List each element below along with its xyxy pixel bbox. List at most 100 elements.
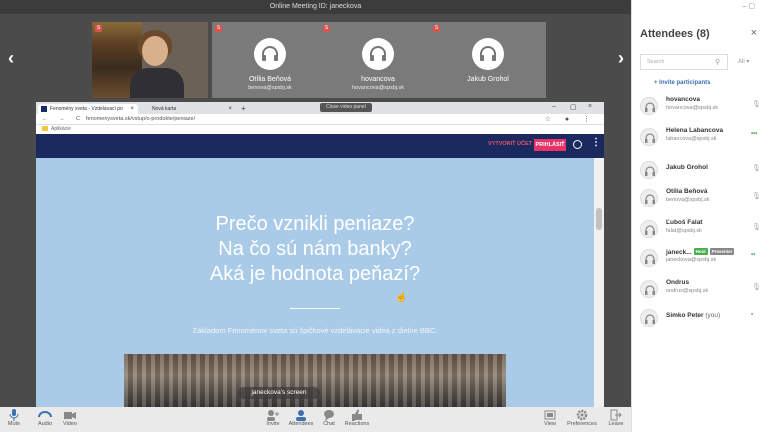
window-controls[interactable]: – ▢	[743, 2, 755, 10]
video-tile-grohol[interactable]: S Jakub Grohol	[430, 22, 546, 98]
tile-name: Jakub Grohol	[467, 76, 509, 83]
close-window-icon[interactable]: ×	[588, 103, 592, 110]
video-button[interactable]: Video	[60, 409, 80, 427]
minimize-icon[interactable]: –	[552, 103, 556, 110]
microphone-icon: 🎙	[752, 193, 761, 200]
hero-subtitle: Základom Fenoménov sveta sú špičkové vzd…	[192, 326, 438, 335]
attendee-row-self[interactable]: Simko Peter (you) •	[632, 304, 763, 332]
register-link[interactable]: VYTVORIŤ ÚČET	[488, 141, 532, 147]
attendees-label: Attendees	[288, 421, 314, 427]
tab-label: Nová karta	[152, 106, 177, 112]
tab-new[interactable]: Nová karta ×	[140, 104, 236, 114]
tile-email: hovancova@spsbj.sk	[351, 85, 405, 91]
window-title: Online Meeting ID: janeckova	[0, 0, 631, 14]
globe-icon[interactable]	[573, 140, 582, 149]
headset-icon	[640, 161, 658, 179]
bookmark-apps[interactable]: Aplikácie	[51, 126, 71, 132]
attendee-name: Jakub Grohol	[666, 164, 708, 171]
leave-icon	[610, 409, 622, 421]
headset-icon	[472, 38, 504, 70]
prev-videos-button[interactable]: ‹	[4, 48, 18, 69]
attendee-row[interactable]: Jakub Grohol 🎙	[632, 156, 763, 184]
leave-button[interactable]: Leave	[606, 409, 626, 427]
video-scene	[124, 354, 506, 407]
attendee-name: Otília Beňová	[666, 188, 708, 195]
headset-icon	[362, 38, 394, 70]
bookmarks-bar: Aplikácie	[36, 125, 604, 134]
attendee-row[interactable]: janeck... Host Presenter janeckova@spsbj.s…	[632, 244, 763, 272]
menu-dots-icon[interactable]: ⋮	[591, 137, 601, 148]
site-favicon	[41, 106, 47, 112]
video-strip: ‹ S S Otília Beňová benova@spsbj.sk S ho…	[0, 14, 631, 102]
nav-buttons[interactable]: ← → C	[42, 116, 85, 122]
search-icon: ⚲	[715, 59, 721, 66]
maximize-icon[interactable]: ▢	[570, 103, 577, 111]
attendee-row[interactable]: Otília Beňová benova@spsbj.sk 🎙	[632, 184, 763, 212]
browser-actions[interactable]: ☆ ● ⋮	[545, 115, 596, 123]
reactions-button[interactable]: Reactions	[342, 409, 372, 427]
tile-badge: S	[215, 25, 222, 32]
attendee-email: hovancova@spsbj.sk	[666, 105, 719, 111]
invite-button[interactable]: Invite	[262, 409, 284, 427]
attendee-name: janeck...	[666, 249, 692, 256]
tab-fenomeny[interactable]: Fenomény sveta - Vzdelávací po ×	[38, 104, 138, 114]
close-tab-icon[interactable]: ×	[130, 104, 134, 114]
meeting-app: Online Meeting ID: janeckova ‹ S S Otíli…	[0, 0, 763, 432]
microphone-icon: 🎙	[752, 165, 761, 172]
camera-icon	[64, 412, 76, 419]
invite-icon	[267, 410, 279, 421]
status-dot-icon: •	[751, 312, 754, 318]
attendee-email: benova@spsbj.sk	[666, 197, 710, 203]
chat-icon	[324, 410, 334, 421]
video-tile-hovancova[interactable]: S hovancova hovancova@spsbj.sk	[320, 22, 436, 98]
headset-icon	[640, 280, 658, 298]
presenter-badge: Presenter	[709, 248, 735, 255]
preferences-button[interactable]: Preferences	[564, 409, 600, 427]
shared-screen: Fenomény sveta - Vzdelávací po × Nová ka…	[0, 102, 631, 407]
attendee-email: janeckova@spsbj.sk	[666, 257, 717, 263]
url-field[interactable]: fenomenysveta.sk/vstup/o-produkte/peniaz…	[86, 116, 195, 122]
reactions-label: Reactions	[344, 421, 370, 427]
view-icon	[544, 410, 556, 420]
hero-video-thumbnail[interactable]	[124, 354, 506, 407]
audio-button[interactable]: Audio	[34, 409, 56, 427]
speaker-badge: S	[95, 25, 102, 32]
page-scrollbar[interactable]	[594, 158, 604, 407]
headset-icon	[640, 128, 658, 146]
mute-button[interactable]: Mute	[4, 409, 24, 427]
next-videos-button[interactable]: ›	[614, 48, 628, 69]
close-panel-icon[interactable]: ×	[751, 27, 757, 39]
attendee-row[interactable]: Ondrus ondrus@spsbj.sk 🎙	[632, 275, 763, 303]
attendee-row[interactable]: Helena Labancova labancova@spsbj.sk •••	[632, 123, 763, 151]
attendee-row[interactable]: hovancova hovancova@spsbj.sk 🎙	[632, 92, 763, 120]
login-button[interactable]: PRIHLÁSIŤ	[534, 139, 566, 151]
video-tile-speaker[interactable]: S	[92, 22, 208, 98]
speaking-indicator-icon: ••	[751, 252, 756, 258]
view-button[interactable]: View	[542, 409, 558, 427]
browser-tab-bar: Fenomény sveta - Vzdelávací po × Nová ka…	[36, 102, 604, 114]
attendee-name: hovancova	[666, 96, 700, 103]
tile-name: hovancova	[361, 76, 395, 83]
chat-button[interactable]: Chat	[320, 409, 338, 427]
close-video-panel-button[interactable]: Close video panel	[320, 103, 372, 112]
microphone-icon: 🎙	[752, 284, 761, 291]
shared-browser-window: Fenomény sveta - Vzdelávací po × Nová ka…	[36, 102, 604, 407]
hero-section: Prečo vznikli peniaze? Na čo sú nám bank…	[36, 158, 594, 407]
close-tab-icon[interactable]: ×	[228, 104, 232, 114]
attendee-row[interactable]: Ľuboš Falat falat@spsbj.sk 🎙	[632, 215, 763, 243]
attendees-button[interactable]: Attendees	[286, 409, 316, 427]
attendee-name: Simko Peter	[666, 312, 704, 319]
speaker-body	[130, 68, 184, 98]
video-tile-benova[interactable]: S Otília Beňová benova@spsbj.sk	[212, 22, 328, 98]
attendee-filter-dropdown[interactable]: All ▾	[738, 58, 749, 65]
attendee-email: falat@spsbj.sk	[666, 228, 702, 234]
attendee-email: labancova@spsbj.sk	[666, 136, 717, 142]
scrollbar-thumb[interactable]	[596, 208, 602, 230]
microphone-icon: 🎙	[752, 101, 761, 108]
host-badge: Host	[693, 248, 708, 255]
headset-icon	[38, 411, 52, 418]
speaking-indicator-icon: •••	[751, 131, 758, 137]
headset-icon	[640, 309, 658, 327]
invite-participants-link[interactable]: + Invite participants	[654, 80, 711, 86]
new-tab-button[interactable]: +	[241, 104, 246, 114]
